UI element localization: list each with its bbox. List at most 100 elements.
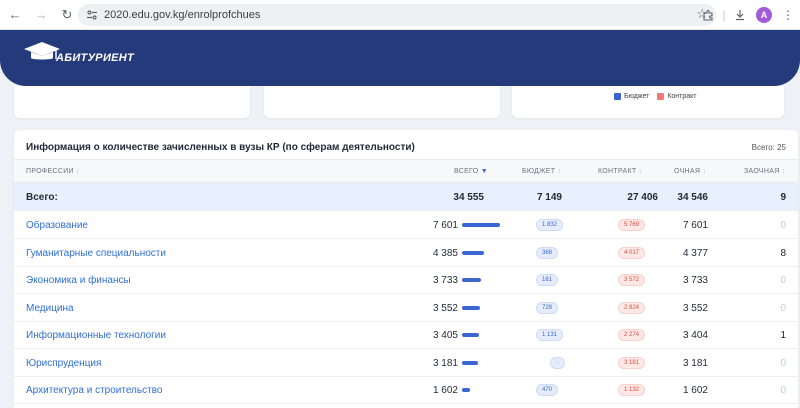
sort-icon: ↕ — [638, 168, 643, 175]
total-count-label: Всего: 25 — [751, 143, 786, 152]
profession-link[interactable]: Гуманитарные специальности — [26, 248, 166, 259]
profession-link[interactable]: Экономика и финансы — [26, 275, 131, 286]
table-row[interactable]: Гуманитарные специальности 4 385 368 4 017 4… — [14, 239, 798, 267]
row-total: 7 601 — [432, 220, 458, 231]
profession-link[interactable]: Образование — [26, 220, 88, 231]
avatar: A — [756, 7, 772, 23]
stats-card-1 — [14, 86, 250, 118]
col-header-total[interactable]: ВСЕГО ▼ — [454, 168, 488, 175]
table-row-total: Всего: 34 555 7 149 27 406 34 546 9 — [14, 183, 798, 211]
row-total: 4 385 — [432, 247, 458, 259]
profession-link[interactable]: Юриспруденция — [26, 358, 101, 369]
contract-badge: 2 824 — [618, 301, 646, 314]
col-header-parttime-label: ЗАОЧНАЯ — [744, 168, 780, 175]
col-header-profession-label: ПРОФЕССИИ — [26, 168, 74, 175]
stats-card-2 — [264, 86, 500, 118]
download-icon[interactable] — [728, 4, 752, 26]
total-row-label: Всего: — [26, 192, 58, 203]
extensions-icon[interactable] — [696, 4, 720, 26]
budget-badge: 368 — [536, 246, 559, 259]
total-share-bar — [462, 305, 480, 310]
row-parttime: 0 — [780, 302, 786, 314]
site-settings-icon[interactable] — [82, 5, 102, 25]
url-text: 2020.edu.gov.kg/enrolprofchues — [104, 9, 261, 21]
profession-link[interactable]: Архитектура и строительство — [26, 385, 162, 396]
table-row[interactable]: Юриспруденция 3 181 0 3 181 3 181 0 — [14, 349, 798, 377]
menu-icon[interactable]: ⋮ — [776, 4, 800, 26]
contract-badge: 1 132 — [618, 384, 646, 396]
col-header-fulltime[interactable]: ОЧНАЯ ↕ — [674, 168, 706, 175]
profession-link[interactable]: Медицина — [26, 303, 74, 314]
row-total: 3 405 — [432, 330, 458, 341]
sort-icon: ↕ — [781, 168, 786, 175]
total-share-bar — [462, 333, 480, 337]
profession-link[interactable]: Информационные технологии — [26, 330, 166, 341]
sort-icon: ↕ — [76, 168, 80, 175]
total-row-fulltime: 34 546 — [677, 192, 708, 203]
table-header: ПРОФЕССИИ ↕ ВСЕГО ▼ БЮДЖЕТ ↕ КОНТРАКТ ↕ … — [14, 159, 798, 183]
row-fulltime: 7 601 — [682, 220, 708, 231]
chart-legend: Бюджет Контракт — [614, 93, 705, 100]
stats-card-3: Бюджет Контракт — [512, 86, 784, 118]
total-row-parttime: 9 — [780, 192, 786, 203]
legend-budget[interactable]: Бюджет — [614, 93, 649, 100]
total-share-bar — [462, 278, 481, 282]
row-parttime: 1 — [780, 330, 786, 341]
row-fulltime: 4 377 — [682, 247, 708, 259]
sort-icon: ↕ — [702, 168, 707, 175]
total-row-total: 34 555 — [453, 192, 484, 203]
legend-contract[interactable]: Контракт — [657, 93, 697, 100]
table-row[interactable]: Информационные технологии 3 405 1 131 2 274… — [14, 321, 798, 349]
budget-badge: 1 832 — [536, 219, 564, 231]
contract-badge: 5 769 — [618, 219, 646, 231]
total-share-bar — [462, 388, 471, 392]
card-title: Информация о количестве зачисленных в ву… — [26, 142, 415, 153]
row-parttime: 0 — [780, 275, 786, 286]
budget-badge: 1 131 — [536, 329, 564, 341]
total-row-contract: 27 406 — [627, 192, 658, 203]
budget-badge: 161 — [536, 274, 559, 286]
logo[interactable]: АБИТУРИЕНТ — [22, 38, 134, 72]
row-parttime: 0 — [780, 385, 786, 396]
row-fulltime: 3 552 — [682, 302, 708, 314]
back-icon[interactable]: ← — [4, 4, 26, 26]
col-header-budget[interactable]: БЮДЖЕТ ↕ — [522, 168, 561, 175]
col-header-contract[interactable]: КОНТРАКТ ↕ — [598, 168, 642, 175]
legend-contract-swatch — [657, 93, 665, 100]
legend-budget-label: Бюджет — [624, 93, 650, 100]
total-row-budget: 7 149 — [536, 192, 562, 203]
col-header-budget-label: БЮДЖЕТ — [522, 168, 556, 175]
site-header: АБИТУРИЕНТ — [0, 30, 800, 86]
row-fulltime: 3 733 — [682, 275, 708, 286]
row-parttime: 8 — [780, 247, 786, 259]
contract-badge: 2 274 — [618, 329, 646, 341]
row-total: 3 733 — [432, 275, 458, 286]
col-header-contract-label: КОНТРАКТ — [598, 168, 637, 175]
row-parttime: 0 — [780, 220, 786, 231]
row-total: 3 181 — [432, 357, 458, 369]
profile-button[interactable]: A — [752, 4, 776, 26]
address-bar[interactable]: 2020.edu.gov.kg/enrolprofchues ☆ — [78, 4, 716, 26]
enrollment-table-card: Информация о количестве зачисленных в ву… — [14, 130, 798, 408]
row-fulltime: 3 404 — [682, 330, 708, 341]
forward-icon[interactable]: → — [30, 4, 52, 26]
divider: | — [722, 8, 726, 22]
col-header-profession[interactable]: ПРОФЕССИИ ↕ — [26, 168, 80, 175]
legend-contract-label: Контракт — [667, 93, 697, 100]
table-row[interactable]: Образование 7 601 1 832 5 769 7 601 0 — [14, 211, 798, 239]
reload-icon[interactable]: ↻ — [56, 4, 78, 26]
table-row[interactable]: Медицина 3 552 728 2 824 3 552 0 — [14, 294, 798, 322]
table-row[interactable]: Архитектура и строительство 1 602 470 1 132… — [14, 376, 798, 404]
row-parttime: 0 — [780, 357, 786, 369]
total-share-bar — [462, 223, 500, 227]
budget-badge: 728 — [536, 301, 559, 314]
total-share-bar — [462, 360, 478, 365]
col-header-total-label: ВСЕГО — [454, 168, 479, 175]
contract-badge: 3 181 — [618, 356, 646, 369]
budget-badge: 0 — [550, 356, 566, 369]
col-header-parttime[interactable]: ЗАОЧНАЯ ↕ — [744, 168, 786, 175]
table-row[interactable]: Экономика и финансы 3 733 161 3 572 3 733 0 — [14, 266, 798, 294]
budget-badge: 470 — [536, 384, 559, 396]
row-total: 1 602 — [432, 385, 458, 396]
col-header-fulltime-label: ОЧНАЯ — [674, 168, 701, 175]
